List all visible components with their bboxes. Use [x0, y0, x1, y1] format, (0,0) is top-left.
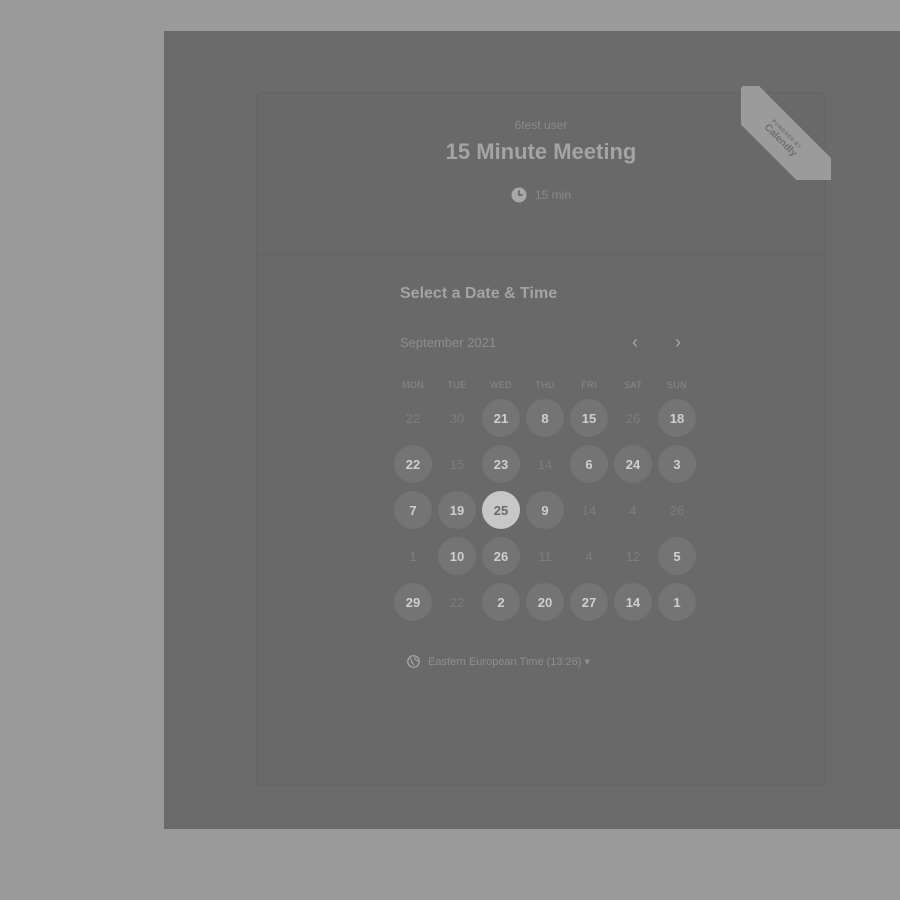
ribbon-band: POWERED BY Calendly	[741, 86, 831, 180]
calendar-day: 22	[405, 410, 421, 426]
calendar-day[interactable]: 21	[482, 399, 520, 437]
calendar-day: 26	[669, 502, 685, 518]
weekday-label: WED	[490, 380, 512, 390]
calendar-day-cell: 18	[655, 395, 699, 441]
calendar-day[interactable]: 23	[482, 445, 520, 483]
chevron-left-icon: ‹	[632, 332, 638, 352]
calendar-day: 30	[449, 410, 465, 426]
calendar-day[interactable]: 5	[658, 537, 696, 575]
calendar-day[interactable]: 18	[658, 399, 696, 437]
calendar-day-cell: 27	[567, 579, 611, 625]
calendar-day-cell: 20	[523, 579, 567, 625]
calendar-day-cell: 22	[391, 395, 435, 441]
calendar-day[interactable]: 1	[658, 583, 696, 621]
event-title: 15 Minute Meeting	[445, 139, 637, 164]
calendar-day[interactable]: 8	[526, 399, 564, 437]
calendar-day: 14	[581, 502, 597, 518]
event-header: 6test user 15 Minute Meeting 15 min	[257, 93, 825, 255]
calendar-day-cell: 15	[567, 395, 611, 441]
calendar-day[interactable]: 26	[482, 537, 520, 575]
calendar-day-cell: 6	[567, 441, 611, 487]
calendar-day[interactable]: 6	[570, 445, 608, 483]
clock-icon	[511, 187, 527, 203]
weekday-label: TUE	[447, 380, 467, 390]
calendar-day[interactable]: 19	[438, 491, 476, 529]
weekday-label: SAT	[624, 380, 642, 390]
calendar-day: 4	[585, 548, 593, 564]
calendar-day[interactable]: 9	[526, 491, 564, 529]
calendar-day-cell: 26	[479, 533, 523, 579]
calendar-day[interactable]: 24	[614, 445, 652, 483]
chevron-right-icon: ›	[675, 332, 681, 352]
section-title: Select a Date & Time	[400, 285, 558, 302]
powered-by-ribbon[interactable]: POWERED BY Calendly	[741, 86, 831, 180]
calendar-day-cell: 14	[567, 487, 611, 533]
prev-month-button[interactable]: ‹	[624, 331, 646, 353]
calendar-day-cell: 15	[435, 441, 479, 487]
calendar-day-cell: 12	[611, 533, 655, 579]
calendar-day-cell: 1	[391, 533, 435, 579]
calendar-day-cell: 22	[435, 579, 479, 625]
calendar-day: 22	[449, 594, 465, 610]
calendar-day-cell: 10	[435, 533, 479, 579]
calendar-day-cell: 19	[435, 487, 479, 533]
calendar-day[interactable]: 27	[570, 583, 608, 621]
calendar-day-cell: 30	[435, 395, 479, 441]
calendar-day[interactable]: 3	[658, 445, 696, 483]
month-label: September 2021	[400, 335, 497, 350]
timezone-label: Eastern European Time (13:26) ▾	[428, 656, 591, 668]
calendar-day-selected[interactable]: 25	[482, 491, 520, 529]
calendar-day-cell: 23	[479, 441, 523, 487]
weekday-label: MON	[402, 380, 424, 390]
calendar-day: 12	[625, 548, 641, 564]
calendar-day-cell: 29	[391, 579, 435, 625]
calendar-day: 11	[538, 548, 552, 564]
calendar-day-cell: 3	[655, 441, 699, 487]
scheduling-card: 6test user 15 Minute Meeting 15 min POWE…	[256, 86, 831, 786]
calendar-day-cell: 26	[611, 395, 655, 441]
calendar-day[interactable]: 7	[394, 491, 432, 529]
calendar-grid: 22 30 21 8 15 26 18 22 15 23 14 6 24 3 7 19 25 9 14 4 26 1 10 2…	[391, 395, 699, 625]
calendar-day-cell: 11	[523, 533, 567, 579]
event-duration: 15 min	[257, 187, 825, 203]
calendar-day-cell: 21	[479, 395, 523, 441]
calendar-day-cell: 4	[611, 487, 655, 533]
calendar-day-cell: 9	[523, 487, 567, 533]
calendar-day-cell: 22	[391, 441, 435, 487]
calendar-day: 15	[449, 456, 465, 472]
calendar-day-cell: 26	[655, 487, 699, 533]
calendar-day-cell: 14	[523, 441, 567, 487]
weekday-label: THU	[535, 380, 555, 390]
calendar-day-cell: 1	[655, 579, 699, 625]
calendar-day-cell: 2	[479, 579, 523, 625]
weekday-label: SUN	[667, 380, 687, 390]
calendar-day[interactable]: 29	[394, 583, 432, 621]
calendar-day[interactable]: 10	[438, 537, 476, 575]
globe-icon	[407, 655, 420, 668]
next-month-button[interactable]: ›	[667, 331, 689, 353]
calendar-day-cell: 5	[655, 533, 699, 579]
calendar-day[interactable]: 14	[614, 583, 652, 621]
calendar-day: 4	[629, 502, 637, 518]
weekday-header: MON TUE WED THU FRI SAT SUN	[391, 380, 699, 390]
calendar-day[interactable]: 2	[482, 583, 520, 621]
calendar-day[interactable]: 20	[526, 583, 564, 621]
calendar-day[interactable]: 22	[394, 445, 432, 483]
calendar-day[interactable]: 15	[570, 399, 608, 437]
calendar-day-cell: 4	[567, 533, 611, 579]
timezone-selector[interactable]: Eastern European Time (13:26) ▾	[407, 655, 590, 668]
weekday-label: FRI	[581, 380, 597, 390]
calendar-day-cell: 25	[479, 487, 523, 533]
calendar-day: 14	[537, 456, 553, 472]
calendar-day: 26	[625, 410, 641, 426]
calendar-day-cell: 14	[611, 579, 655, 625]
host-name: 6test user	[514, 118, 568, 132]
calendar-day-cell: 7	[391, 487, 435, 533]
calendar-day-cell: 24	[611, 441, 655, 487]
duration-label: 15 min	[534, 188, 572, 202]
calendar-day-cell: 8	[523, 395, 567, 441]
calendar-day: 1	[409, 548, 417, 564]
